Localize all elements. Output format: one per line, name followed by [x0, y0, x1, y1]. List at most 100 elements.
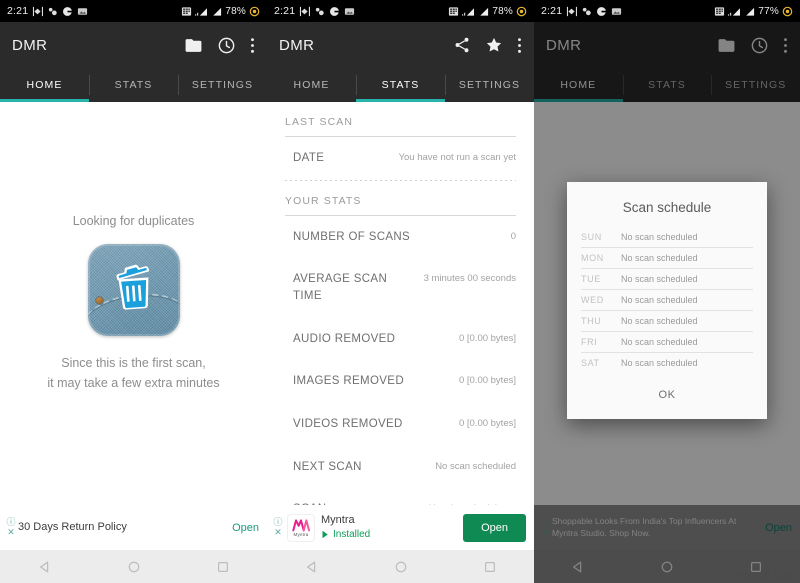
- tab-settings[interactable]: SETTINGS: [445, 68, 534, 102]
- stat-row-number-of-scans[interactable]: NUMBER OF SCANS 0: [267, 216, 534, 259]
- app-bar: DMR: [0, 22, 267, 68]
- recents-icon[interactable]: [216, 560, 230, 574]
- google-icon: [62, 6, 73, 17]
- stat-row-videos-removed[interactable]: VIDEOS REMOVED 0 [0.00 bytes]: [267, 403, 534, 446]
- ad-banner[interactable]: ⓘ ✕ Shoppable Looks From India's Top Inf…: [534, 505, 800, 550]
- home-icon[interactable]: [394, 560, 408, 574]
- stat-key: AVERAGE SCAN TIME: [293, 273, 388, 303]
- tab-stats[interactable]: STATS: [356, 68, 445, 102]
- stat-value: 0: [510, 230, 516, 242]
- section-label-last-scan: LAST SCAN: [285, 116, 354, 128]
- status-bar-right: 77%: [714, 6, 793, 17]
- ad-info-icon[interactable]: ⓘ: [540, 518, 549, 527]
- overflow-menu-icon[interactable]: [783, 36, 788, 55]
- folder-icon[interactable]: [184, 36, 203, 55]
- dialog-ok-button[interactable]: OK: [567, 373, 767, 409]
- stat-key: DATE: [293, 152, 325, 164]
- weather-icon: [581, 6, 592, 17]
- dialog-day-row-mon[interactable]: MON No scan scheduled: [567, 248, 767, 268]
- overflow-menu-icon[interactable]: [250, 36, 255, 55]
- sim-icon: [181, 6, 192, 17]
- ad-banner[interactable]: ⓘ ✕ Myntra Myntra Installed Open: [267, 505, 534, 550]
- weather-icon: [314, 6, 325, 17]
- ad-open-link[interactable]: Open: [224, 522, 259, 534]
- system-nav-bar: [0, 550, 267, 583]
- status-battery: 78%: [225, 5, 246, 17]
- stat-value: No scan scheduled: [435, 460, 516, 472]
- dialog-day-row-wed[interactable]: WED No scan scheduled: [567, 290, 767, 310]
- folder-icon[interactable]: [717, 36, 736, 55]
- stat-row-images-removed[interactable]: IMAGES REMOVED 0 [0.00 bytes]: [267, 360, 534, 403]
- status-battery: 78%: [492, 5, 513, 17]
- app-title: DMR: [546, 36, 582, 54]
- ad-close-icon[interactable]: ✕: [541, 528, 549, 537]
- ad-close-icon[interactable]: ✕: [7, 528, 15, 537]
- dialog-day-row-sat[interactable]: SAT No scan scheduled: [567, 353, 767, 373]
- stat-key: AUDIO REMOVED: [293, 332, 396, 345]
- phone-panel-dialog: 2:21 77% DMR HOME STATS SETTINGS ⓘ ✕ Sho…: [534, 0, 800, 583]
- day-label: THU: [581, 316, 602, 326]
- tab-settings[interactable]: SETTINGS: [711, 68, 800, 102]
- app-bar-actions: [717, 36, 788, 55]
- status-bar: 2:21 77%: [534, 0, 800, 22]
- star-icon[interactable]: [485, 36, 503, 54]
- share-icon[interactable]: [453, 36, 471, 54]
- status-time: 2:21: [7, 5, 29, 17]
- signal-icon: [728, 6, 741, 17]
- stat-row-next-scan[interactable]: NEXT SCAN No scan scheduled: [267, 446, 534, 489]
- system-nav-bar: [267, 550, 534, 583]
- stat-row-date[interactable]: DATE You have not run a scan yet: [267, 137, 534, 180]
- ad-open-button[interactable]: Open: [463, 513, 526, 542]
- dialog-title: Scan schedule: [622, 200, 712, 215]
- status-bar: 2:21 78%: [0, 0, 267, 22]
- ad-close-icon[interactable]: ✕: [274, 528, 282, 537]
- overflow-menu-icon[interactable]: [517, 36, 522, 55]
- ad-body-text: 30 Days Return Policy: [18, 520, 127, 533]
- home-icon[interactable]: [127, 560, 141, 574]
- myntra-logo-icon: Myntra: [287, 513, 315, 542]
- ad-open-link[interactable]: Open: [757, 522, 792, 534]
- ad-logo-caption: Myntra: [293, 532, 309, 537]
- ad-info-icon[interactable]: ⓘ: [273, 518, 282, 527]
- ad-info-icon[interactable]: ⓘ: [6, 518, 15, 527]
- photo-icon: [344, 6, 355, 17]
- tab-stats[interactable]: STATS: [89, 68, 178, 102]
- tab-home[interactable]: HOME: [534, 68, 623, 102]
- day-status: No scan scheduled: [621, 337, 698, 347]
- home-footer-line1: Since this is the first scan,: [61, 356, 206, 371]
- ad-controls: ⓘ ✕: [271, 518, 285, 537]
- stat-key: NEXT SCAN: [293, 460, 362, 473]
- back-icon[interactable]: [571, 560, 585, 574]
- stat-key: NUMBER OF SCANS: [293, 230, 411, 243]
- tab-stats[interactable]: STATS: [622, 68, 712, 102]
- recents-icon[interactable]: [483, 560, 497, 574]
- tab-bar: HOME STATS SETTINGS: [0, 68, 267, 102]
- tab-home[interactable]: HOME: [267, 68, 356, 102]
- home-icon[interactable]: [660, 560, 674, 574]
- watermark: wsxdn.com: [738, 569, 796, 581]
- dialog-day-row-tue[interactable]: TUE No scan scheduled: [567, 269, 767, 289]
- dialog-day-row-fri[interactable]: FRI No scan scheduled: [567, 332, 767, 352]
- app-title: DMR: [279, 36, 315, 54]
- ad-text: Myntra Installed: [321, 514, 463, 541]
- dmr-app-icon: [87, 244, 180, 337]
- ad-banner[interactable]: ⓘ ✕ 30 Days Return Policy Open: [0, 505, 267, 550]
- back-icon[interactable]: [38, 560, 52, 574]
- day-status: No scan scheduled: [621, 316, 698, 326]
- sim-icon: [714, 6, 725, 17]
- tab-home[interactable]: HOME: [0, 68, 89, 102]
- dialog-day-row-thu[interactable]: THU No scan scheduled: [567, 311, 767, 331]
- clock-icon[interactable]: [750, 36, 769, 55]
- dialog-day-row-sun[interactable]: SUN No scan scheduled: [567, 227, 767, 247]
- tab-bar: HOME STATS SETTINGS: [534, 68, 800, 102]
- stat-value: 0 [0.00 bytes]: [458, 418, 516, 430]
- clock-icon[interactable]: [217, 36, 236, 55]
- trash-bin-icon: [111, 262, 157, 317]
- stat-row-average-scan-time[interactable]: AVERAGE SCAN TIME 3 minutes 00 seconds: [267, 258, 534, 317]
- back-icon[interactable]: [305, 560, 319, 574]
- stat-row-audio-removed[interactable]: AUDIO REMOVED 0 [0.00 bytes]: [267, 318, 534, 361]
- stat-key: VIDEOS REMOVED: [293, 418, 403, 431]
- day-label: WED: [581, 295, 604, 305]
- status-time: 2:21: [541, 5, 563, 17]
- tab-settings[interactable]: SETTINGS: [178, 68, 267, 102]
